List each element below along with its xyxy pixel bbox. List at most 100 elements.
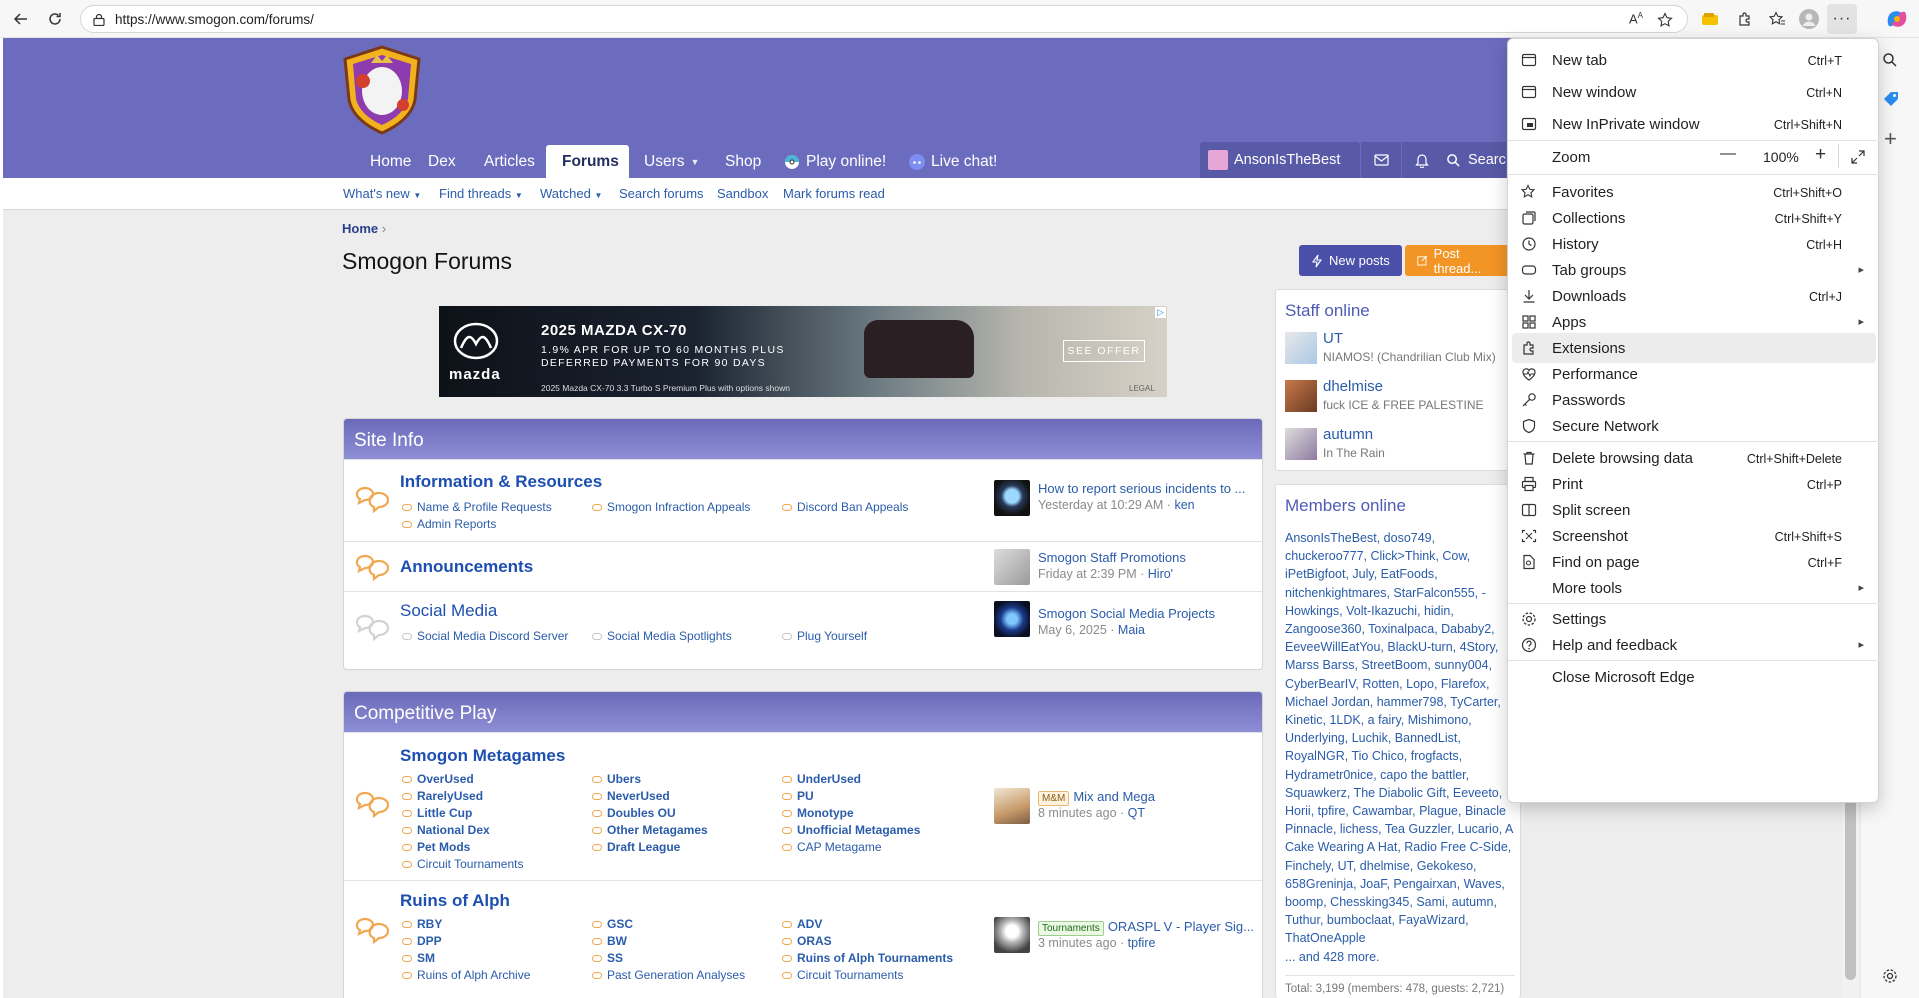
zoom-in-button[interactable]: +	[1815, 144, 1826, 166]
adchoices-icon[interactable]: ▷	[1155, 307, 1166, 318]
subforum-link[interactable]: Unofficial Metagames	[782, 823, 920, 837]
forum-title[interactable]: Announcements	[400, 557, 533, 577]
staff-name[interactable]: UT	[1323, 330, 1343, 347]
ad-legal[interactable]: LEGAL	[1129, 384, 1155, 393]
forum-title[interactable]: Social Media	[400, 601, 497, 621]
thread-avatar[interactable]	[994, 601, 1030, 637]
site-info-header[interactable]: Site Info	[344, 419, 1262, 459]
new-posts-button[interactable]: New posts	[1299, 245, 1402, 276]
nav-articles[interactable]: Articles	[468, 145, 551, 178]
subforum-link[interactable]: ADV	[782, 917, 822, 931]
subforum-link[interactable]: OverUsed	[402, 772, 474, 786]
latest-user-link[interactable]: Hiro'	[1148, 567, 1173, 581]
nav-shop[interactable]: Shop	[709, 145, 777, 178]
subforum-link[interactable]: Admin Reports	[402, 517, 496, 531]
menu-secure-network[interactable]: Secure Network	[1512, 411, 1876, 441]
menu-new-window[interactable]: New window Ctrl+N	[1512, 77, 1876, 107]
latest-user-link[interactable]: ken	[1174, 498, 1194, 512]
subforum-link[interactable]: Smogon Infraction Appeals	[592, 500, 750, 514]
advertisement-banner[interactable]: mazda 2025 MAZDA CX-70 1.9% APR FOR UP T…	[439, 306, 1167, 397]
thread-avatar[interactable]	[994, 480, 1030, 516]
subforum-link[interactable]: Social Media Spotlights	[592, 629, 732, 643]
subforum-link[interactable]: BW	[592, 934, 627, 948]
subforum-link[interactable]: SM	[402, 951, 435, 965]
sidebar-settings-gear-icon[interactable]	[1882, 968, 1898, 984]
subforum-link[interactable]: RarelyUsed	[402, 789, 483, 803]
shopping-tag-icon[interactable]	[1882, 90, 1900, 108]
read-aloud-icon[interactable]: AA	[1629, 11, 1643, 26]
subforum-link[interactable]: NeverUsed	[592, 789, 670, 803]
subforum-link[interactable]: Circuit Tournaments	[402, 857, 524, 871]
latest-thread-link[interactable]: Tournaments ORASPL V - Player Sig...	[1038, 919, 1254, 936]
forum-title[interactable]: Ruins of Alph	[400, 891, 510, 911]
subforum-link[interactable]: DPP	[402, 934, 442, 948]
members-list-text[interactable]: AnsonIsTheBest, doso749, chuckeroo777, C…	[1285, 531, 1513, 945]
search-icon[interactable]	[1882, 52, 1898, 68]
subforum-link[interactable]: Social Media Discord Server	[402, 629, 568, 643]
subforum-link[interactable]: Draft League	[592, 840, 680, 854]
latest-thread-link[interactable]: M&M Mix and Mega	[1038, 789, 1155, 806]
favorites-icon[interactable]	[1762, 4, 1792, 34]
subforum-link[interactable]: ORAS	[782, 934, 832, 948]
subforum-link[interactable]: Discord Ban Appeals	[782, 500, 908, 514]
subforum-link[interactable]: Doubles OU	[592, 806, 676, 820]
search-button[interactable]: Searc	[1436, 142, 1506, 178]
smogon-logo[interactable]	[341, 45, 423, 135]
subnav-sandbox[interactable]: Sandbox	[717, 186, 768, 201]
settings-and-more-button[interactable]: ···	[1827, 4, 1857, 34]
thread-avatar[interactable]	[994, 917, 1030, 953]
subforum-link[interactable]: CAP Metagame	[782, 840, 882, 854]
members-online-title[interactable]: Members online	[1276, 485, 1520, 527]
add-sidebar-icon[interactable]: +	[1884, 126, 1897, 152]
post-thread-button[interactable]: Post thread...	[1405, 245, 1509, 276]
latest-thread-link[interactable]: Smogon Social Media Projects	[1038, 606, 1215, 621]
menu-help-and-feedback[interactable]: Help and feedback ▸	[1512, 630, 1876, 660]
subforum-link[interactable]: Little Cup	[402, 806, 472, 820]
extensions-puzzle-icon[interactable]	[1730, 4, 1760, 34]
staff-name[interactable]: autumn	[1323, 426, 1373, 443]
nav-users[interactable]: Users ▼	[628, 145, 715, 178]
subforum-link[interactable]: Name & Profile Requests	[402, 500, 552, 514]
ad-cta-button[interactable]: SEE OFFER	[1063, 340, 1145, 362]
wallet-icon[interactable]	[1695, 4, 1725, 34]
menu-new-tab[interactable]: New tab Ctrl+T	[1512, 45, 1876, 75]
latest-thread-link[interactable]: How to report serious incidents to ...	[1038, 481, 1245, 496]
menu-new-inprivate-window[interactable]: New InPrivate window Ctrl+Shift+N	[1512, 109, 1876, 139]
zoom-out-button[interactable]: —	[1720, 145, 1736, 163]
latest-user-link[interactable]: QT	[1128, 806, 1145, 820]
subforum-link[interactable]: Ruins of Alph Tournaments	[782, 951, 953, 965]
subforum-link[interactable]: SS	[592, 951, 623, 965]
subforum-link[interactable]: Past Generation Analyses	[592, 968, 745, 982]
nav-play-online[interactable]: Play online!	[768, 145, 902, 178]
nav-dex[interactable]: Dex	[412, 145, 472, 178]
subnav-watched[interactable]: Watched ▼	[540, 186, 602, 201]
thread-avatar[interactable]	[994, 788, 1030, 824]
subnav-search-forums[interactable]: Search forums	[619, 186, 704, 201]
subforum-link[interactable]: UnderUsed	[782, 772, 861, 786]
menu-more-tools[interactable]: More tools ▸	[1512, 573, 1876, 603]
latest-user-link[interactable]: tpfire	[1128, 936, 1156, 950]
forum-title[interactable]: Information & Resources	[400, 472, 602, 492]
avatar[interactable]	[1285, 332, 1317, 364]
copilot-icon[interactable]	[1882, 4, 1912, 34]
subforum-link[interactable]: PU	[782, 789, 814, 803]
subforum-link[interactable]: Ubers	[592, 772, 641, 786]
subforum-link[interactable]: RBY	[402, 917, 442, 931]
staff-name[interactable]: dhelmise	[1323, 378, 1383, 395]
members-online-list[interactable]: AnsonIsTheBest, doso749, chuckeroo777, C…	[1285, 529, 1515, 998]
thread-avatar[interactable]	[994, 549, 1030, 585]
avatar[interactable]	[1285, 428, 1317, 460]
subforum-link[interactable]: Ruins of Alph Archive	[402, 968, 530, 982]
avatar[interactable]	[1285, 380, 1317, 412]
back-button[interactable]	[6, 4, 36, 34]
latest-user-link[interactable]: Maia	[1118, 623, 1145, 637]
user-account-box[interactable]: AnsonIsTheBest	[1200, 142, 1360, 178]
subforum-link[interactable]: National Dex	[402, 823, 490, 837]
address-bar[interactable]: https://www.smogon.com/forums/ AA	[80, 5, 1688, 33]
subnav-find-threads[interactable]: Find threads ▼	[439, 186, 523, 201]
breadcrumb[interactable]: Home ›	[342, 221, 386, 236]
favorite-star-icon[interactable]	[1657, 12, 1673, 28]
competitive-play-header[interactable]: Competitive Play	[344, 692, 1262, 732]
nav-live-chat[interactable]: Live chat!	[893, 145, 1013, 178]
nav-forums[interactable]: Forums	[546, 145, 629, 178]
